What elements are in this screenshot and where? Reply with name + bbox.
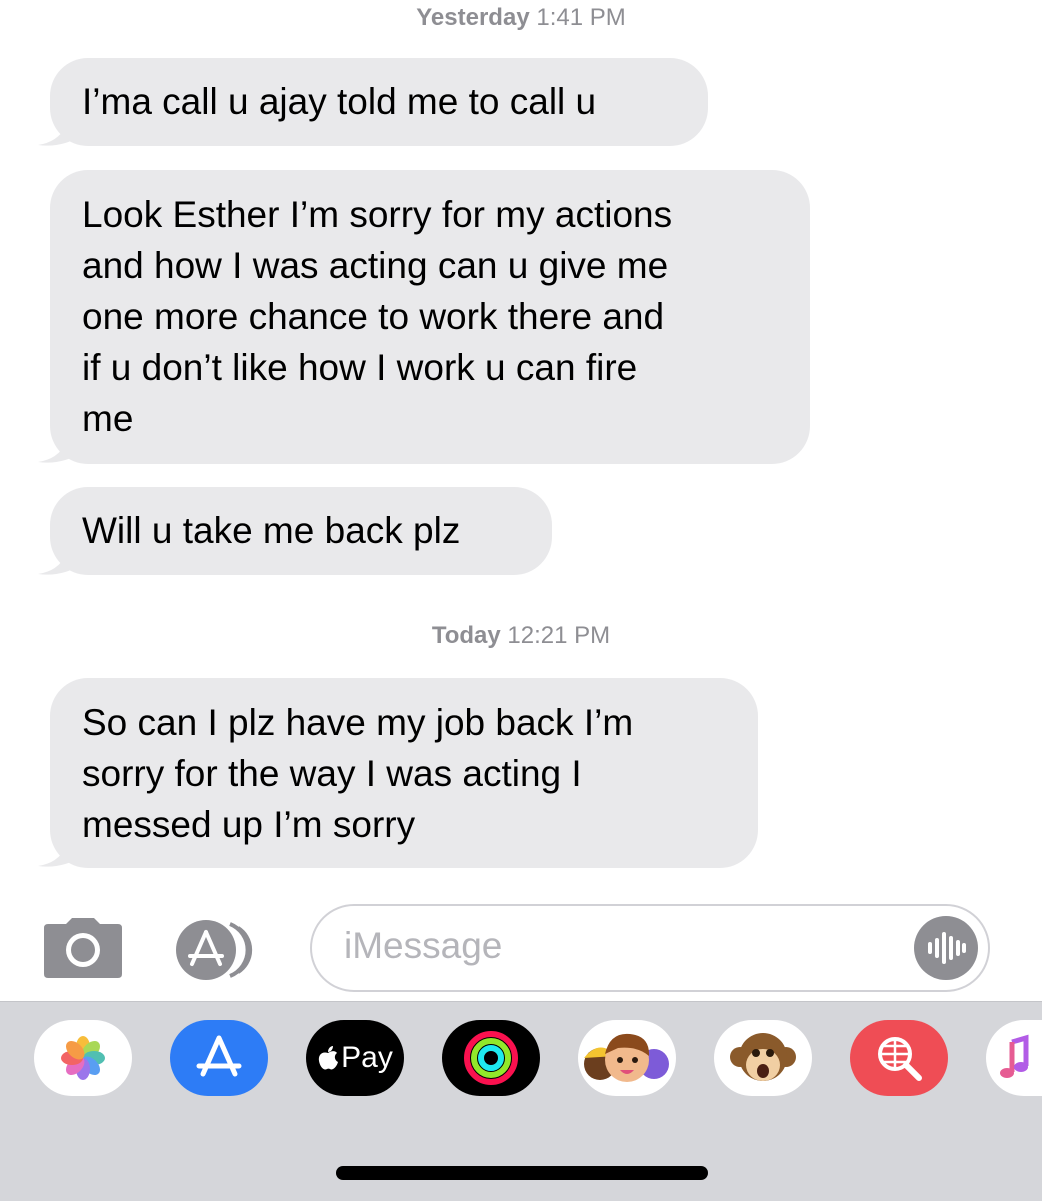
message-line: if u don’t like how I work u can fire [82, 347, 638, 388]
app-store-icon[interactable] [176, 920, 268, 980]
timestamp-day: Today [431, 622, 501, 649]
message-line: Will u take me back plz [82, 510, 461, 551]
message-line: messed up I’m sorry [82, 804, 416, 845]
message-bubble[interactable]: Look Esther I’m sorry for my actions and… [50, 170, 810, 464]
home-indicator[interactable] [336, 1166, 708, 1180]
web-images-search-icon[interactable] [850, 1020, 948, 1096]
message-line: one more chance to work there and [82, 296, 665, 337]
photos-icon[interactable] [34, 1020, 132, 1096]
message-bubble[interactable]: So can I plz have my job back I’m sorry … [50, 678, 758, 868]
message-line: Look Esther I’m sorry for my actions [82, 194, 673, 235]
audio-waveform-icon[interactable] [914, 916, 978, 980]
message-bubble[interactable]: I’ma call u ajay told me to call u [50, 58, 708, 146]
timestamp-yesterday: Yesterday 1:41 PM [0, 4, 1042, 32]
message-input-placeholder: iMessage [344, 925, 503, 966]
timestamp-time: 1:41 PM [536, 4, 626, 31]
memoji-icon[interactable] [578, 1020, 676, 1096]
camera-icon[interactable] [44, 918, 122, 978]
app-store-icon[interactable] [170, 1020, 268, 1096]
message-input[interactable]: iMessage [310, 904, 990, 992]
message-line: I’ma call u ajay told me to call u [82, 81, 597, 122]
animoji-monkey-icon[interactable] [714, 1020, 812, 1096]
timestamp-day: Yesterday [416, 4, 530, 31]
message-line: and how I was acting can u give me [82, 245, 669, 286]
message-line: me [82, 398, 134, 439]
message-line: sorry for the way I was acting I [82, 753, 582, 794]
apple-pay-icon[interactable]: Pay [306, 1020, 404, 1096]
message-line: So can I plz have my job back I’m [82, 702, 634, 743]
timestamp-time: 12:21 PM [507, 622, 611, 649]
message-bubble[interactable]: Will u take me back plz [50, 487, 552, 575]
apple-pay-label: Pay [341, 1041, 393, 1074]
timestamp-today: Today 12:21 PM [0, 622, 1042, 650]
activity-icon[interactable] [442, 1020, 540, 1096]
